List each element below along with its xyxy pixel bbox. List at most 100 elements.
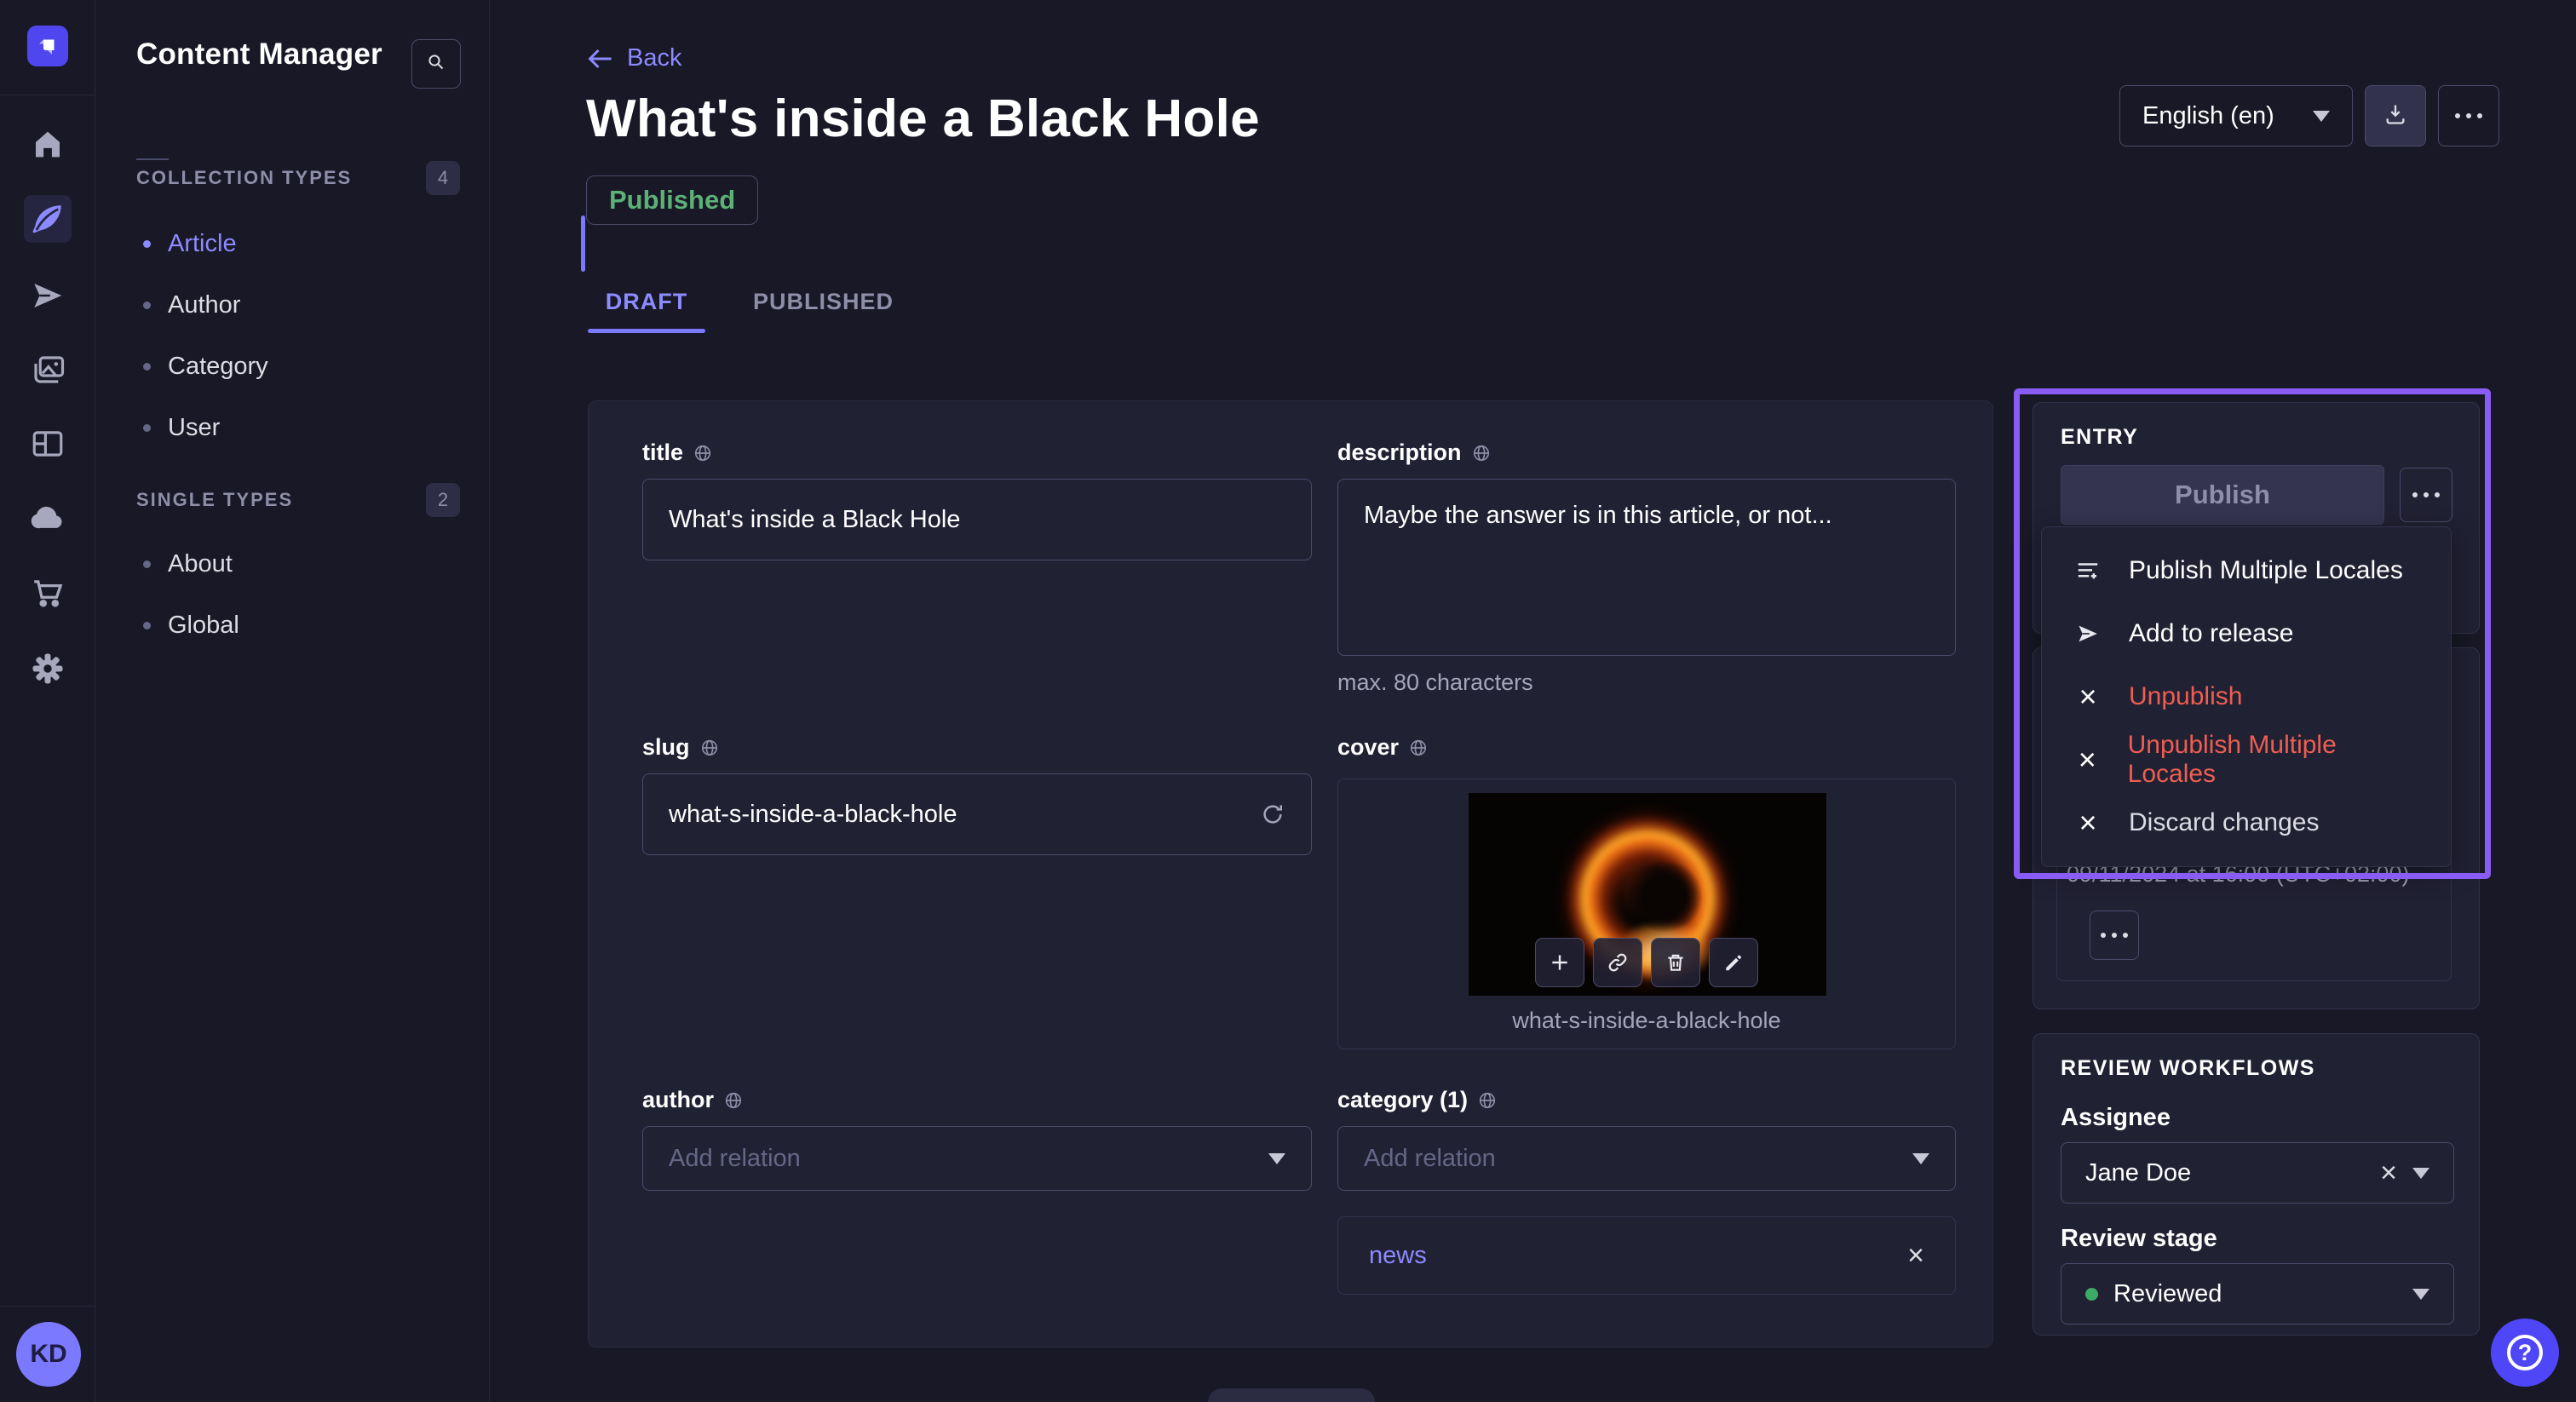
cart-icon[interactable] — [0, 569, 95, 617]
tab-published[interactable]: PUBLISHED — [729, 277, 917, 327]
sidebar-item-category[interactable]: Category — [136, 336, 477, 397]
field-label-text: slug — [642, 734, 690, 761]
regenerate-slug-icon[interactable] — [1260, 802, 1285, 827]
relation-placeholder: Add relation — [1364, 1145, 1496, 1173]
add-component-button-partial[interactable] — [1208, 1388, 1375, 1402]
author-relation-select[interactable]: Add relation — [642, 1126, 1312, 1191]
delete-asset-button[interactable] — [1651, 938, 1700, 987]
rail-divider — [0, 1306, 95, 1307]
version-tabs: DRAFT PUBLISHED — [588, 277, 917, 327]
sidebar-item-label: Article — [168, 230, 237, 258]
globe-icon — [1472, 444, 1491, 463]
title-input-value: What's inside a Black Hole — [669, 506, 960, 534]
bullet-dot — [143, 424, 151, 432]
sidebar-item-author[interactable]: Author — [136, 274, 477, 336]
sidebar-item-label: Author — [168, 291, 240, 319]
sidebar-item-label: Category — [168, 353, 268, 381]
bullet-dot — [143, 560, 151, 568]
cloud-icon[interactable] — [0, 494, 95, 542]
description-hint: max. 80 characters — [1337, 669, 1533, 696]
field-label-text: description — [1337, 440, 1462, 466]
add-asset-button[interactable] — [1535, 938, 1584, 987]
bullet-dot — [143, 363, 151, 371]
ellipsis-icon — [2412, 492, 2440, 497]
sidebar-item-global[interactable]: Global — [136, 595, 477, 656]
bullet-dot — [143, 622, 151, 629]
menu-item-unpublish[interactable]: × Unpublish — [2042, 665, 2451, 728]
category-field-label: category (1) — [1337, 1087, 1497, 1113]
edit-asset-button[interactable] — [1709, 938, 1758, 987]
description-textarea[interactable]: Maybe the answer is in this article, or … — [1337, 479, 1956, 656]
category-relation-select[interactable]: Add relation — [1337, 1126, 1956, 1191]
help-button[interactable]: ? — [2491, 1319, 2559, 1387]
header-actions: English (en) — [2119, 85, 2499, 147]
globe-icon — [724, 1091, 743, 1110]
section-count-badge: 4 — [426, 161, 460, 195]
remove-relation-icon[interactable]: × — [1907, 1241, 1924, 1270]
releases-plane-icon[interactable] — [0, 272, 95, 319]
chevron-down-icon — [2412, 1168, 2429, 1179]
section-single-types: SINGLE TYPES 2 — [136, 482, 460, 518]
search-button[interactable] — [411, 39, 461, 89]
title-input[interactable]: What's inside a Black Hole — [642, 479, 1312, 560]
user-avatar[interactable]: KD — [16, 1322, 81, 1387]
locale-select[interactable]: English (en) — [2119, 85, 2353, 147]
strapi-logo[interactable] — [27, 26, 68, 66]
sidebar-rail: KD — [0, 0, 95, 1402]
status-badge: Published — [586, 175, 758, 225]
back-label: Back — [627, 44, 681, 72]
copy-link-button[interactable] — [1593, 938, 1642, 987]
media-library-icon[interactable] — [0, 346, 95, 394]
clear-assignee-icon[interactable]: × — [2380, 1157, 2397, 1190]
bullet-dot — [143, 302, 151, 309]
tab-draft[interactable]: DRAFT — [588, 277, 705, 327]
bullet-dot — [143, 240, 151, 248]
description-field-label: description — [1337, 440, 1491, 466]
panel-title: Content Manager — [136, 37, 382, 72]
review-stage-select[interactable]: Reviewed — [2061, 1263, 2454, 1324]
stage-status-dot — [2085, 1288, 2098, 1301]
entry-more-button[interactable] — [2400, 468, 2452, 522]
field-label-text: category (1) — [1337, 1087, 1468, 1113]
title-field-label: title — [642, 440, 712, 466]
back-link[interactable]: Back — [588, 44, 681, 72]
active-tab-underline — [588, 329, 705, 333]
gear-icon[interactable] — [0, 645, 95, 692]
cross-icon: × — [2073, 681, 2103, 712]
chevron-down-icon — [1268, 1153, 1285, 1164]
category-tag-link[interactable]: news — [1369, 1242, 1427, 1270]
home-icon[interactable] — [0, 121, 95, 169]
publish-button[interactable]: Publish — [2061, 465, 2384, 525]
menu-item-add-to-release[interactable]: Add to release — [2042, 602, 2451, 665]
sidebar-item-article[interactable]: Article — [136, 213, 477, 274]
slug-input[interactable]: what-s-inside-a-black-hole — [642, 773, 1312, 855]
cover-field: what-s-inside-a-black-hole — [1337, 779, 1956, 1049]
description-value: Maybe the answer is in this article, or … — [1364, 502, 1832, 530]
content-type-builder-icon[interactable] — [0, 420, 95, 468]
entry-actions-menu: Publish Multiple Locales Add to release … — [2041, 526, 2452, 867]
menu-item-label: Unpublish — [2129, 682, 2242, 711]
back-arrow-icon — [588, 48, 613, 70]
menu-item-unpublish-multiple-locales[interactable]: × Unpublish Multiple Locales — [2042, 728, 2451, 791]
slug-field-label: slug — [642, 734, 719, 761]
pencil-icon — [1722, 951, 1745, 974]
chevron-down-icon — [1912, 1153, 1929, 1164]
field-label-text: author — [642, 1087, 714, 1113]
content-manager-icon[interactable] — [0, 195, 95, 243]
cross-icon: × — [2073, 744, 2102, 775]
menu-item-publish-multiple-locales[interactable]: Publish Multiple Locales — [2042, 539, 2451, 602]
globe-icon — [1478, 1091, 1497, 1110]
globe-icon — [693, 444, 712, 463]
list-plus-icon — [2073, 558, 2103, 583]
menu-item-discard-changes[interactable]: × Discard changes — [2042, 791, 2451, 854]
sidebar-item-about[interactable]: About — [136, 533, 477, 595]
category-relation-item: news × — [1337, 1216, 1956, 1295]
assignee-label: Assignee — [2061, 1104, 2171, 1132]
section-label: SINGLE TYPES — [136, 489, 293, 511]
assignee-select[interactable]: Jane Doe × — [2061, 1142, 2454, 1204]
content-manager-panel: Content Manager COLLECTION TYPES 4 Artic… — [95, 0, 490, 1402]
sidebar-item-user[interactable]: User — [136, 397, 477, 458]
export-button[interactable] — [2365, 85, 2426, 147]
header-more-button[interactable] — [2438, 85, 2499, 147]
release-more-button[interactable] — [2090, 911, 2139, 960]
